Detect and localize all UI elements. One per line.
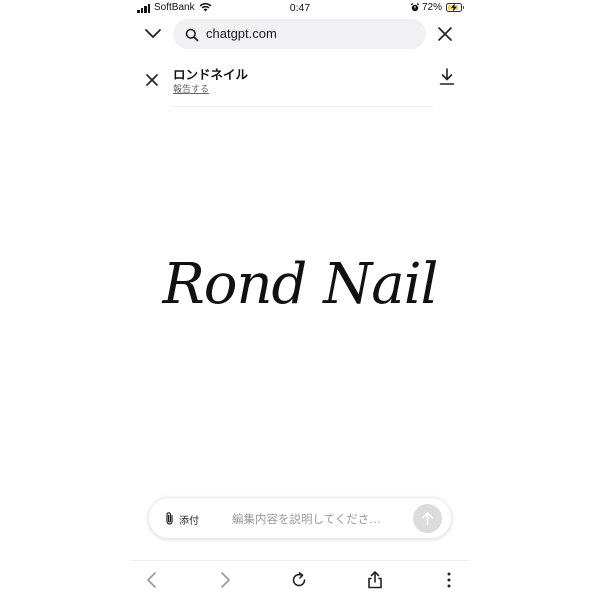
edit-prompt-input[interactable]: 編集内容を説明してくださ… <box>232 511 381 527</box>
paperclip-icon <box>166 512 173 525</box>
more-icon[interactable] <box>439 570 459 590</box>
download-banner: ロンドネイル 報告する <box>131 55 469 107</box>
url-bar-row: chatgpt.com <box>131 17 469 51</box>
battery-percent: 72% <box>422 2 443 13</box>
battery-charging-icon <box>446 3 464 12</box>
close-icon[interactable] <box>146 71 158 86</box>
rond-nail-logo: Rond Nail <box>162 252 439 317</box>
download-icon[interactable] <box>439 68 455 86</box>
send-button[interactable] <box>413 504 442 533</box>
address-bar[interactable]: chatgpt.com <box>173 19 426 49</box>
divider <box>131 560 469 561</box>
edit-composer: 添付 編集内容を説明してくださ… <box>148 497 452 539</box>
attach-label: 添付 <box>179 516 199 527</box>
forward-icon[interactable] <box>215 570 235 590</box>
divider <box>171 106 433 107</box>
search-icon <box>185 27 199 46</box>
download-title: ロンドネイル <box>173 68 249 82</box>
status-bar: SoftBank 0:47 72% <box>131 0 469 17</box>
close-icon[interactable] <box>437 26 453 42</box>
browser-toolbar <box>131 562 469 598</box>
report-link[interactable]: 報告する <box>173 82 209 95</box>
alarm-icon <box>410 3 420 15</box>
chevron-down-icon[interactable] <box>143 25 163 43</box>
url-text[interactable]: chatgpt.com <box>206 26 277 41</box>
arrow-up-icon <box>422 512 433 525</box>
reload-icon[interactable] <box>289 570 309 590</box>
share-icon[interactable] <box>365 570 385 590</box>
back-icon[interactable] <box>142 570 162 590</box>
phone-screen: SoftBank 0:47 72% chatgpt.com ロンドネイル 報告す… <box>131 0 469 600</box>
